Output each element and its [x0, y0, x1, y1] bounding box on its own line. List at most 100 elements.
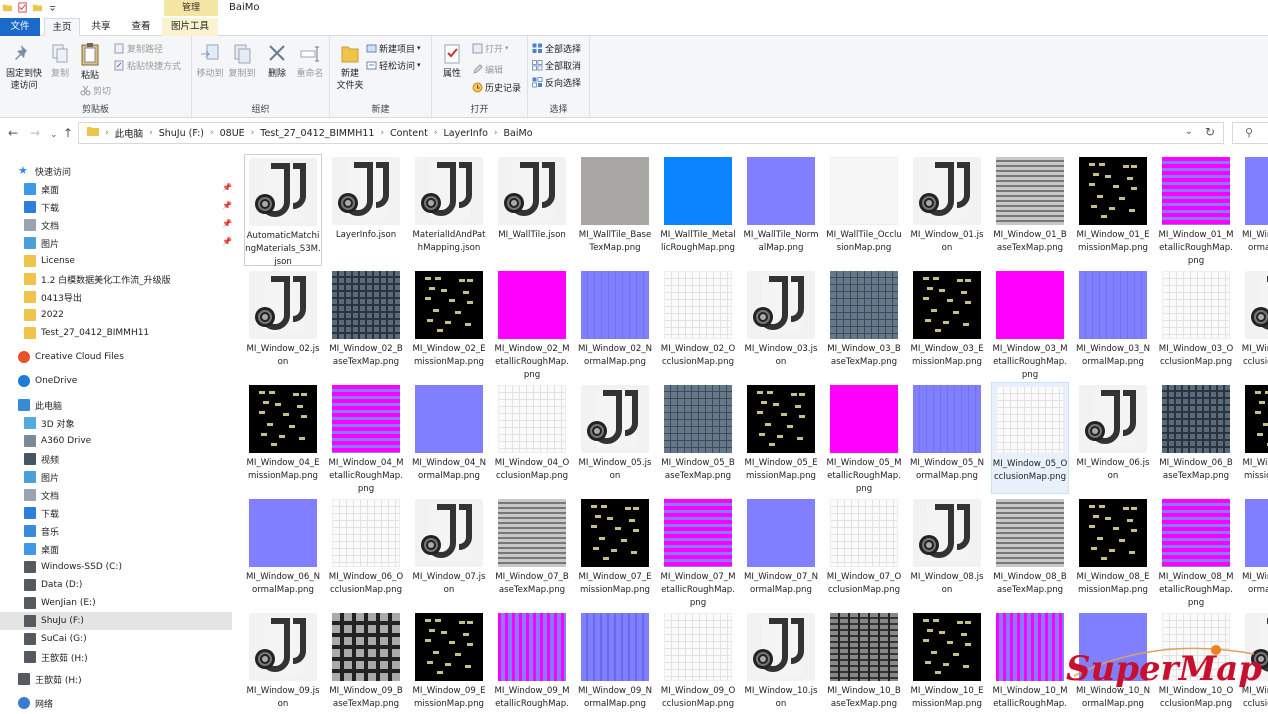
edit-button[interactable]: 编辑 [472, 61, 503, 77]
pin-icon[interactable]: 📌 [222, 183, 232, 192]
json-file-item[interactable]: MI_Window_06.json [1074, 382, 1152, 494]
sidebar-item[interactable]: 1.2 白模数据美化工作流_升级版 [0, 270, 232, 288]
breadcrumb-separator-icon[interactable]: › [380, 128, 384, 138]
json-file-item[interactable]: MI_Window_03_OcclusionMap.png [1240, 268, 1268, 380]
png-file-item[interactable]: MI_Window_02_MetallicRoughMap.png [493, 268, 571, 380]
forward-arrow-icon[interactable]: → [30, 126, 40, 140]
png-file-item[interactable]: MI_Window_08_BaseTexMap.png [991, 496, 1069, 608]
breadcrumb-item[interactable]: 此电脑 [115, 126, 144, 140]
sidebar-item[interactable]: ★ 快速访问 [0, 162, 232, 180]
move-to-button[interactable]: 移动到 [194, 40, 226, 96]
pin-quick-access-button[interactable]: 固定到快 速访问 [2, 40, 46, 96]
breadcrumb-separator-icon[interactable]: › [149, 128, 153, 138]
png-file-item[interactable]: MI_Window_05_OcclusionMap.png [991, 382, 1069, 494]
png-file-item[interactable]: MI_Window_05_EmissionMap.png [742, 382, 820, 494]
breadcrumb-separator-icon[interactable]: › [251, 128, 255, 138]
json-file-item[interactable]: AutomaticMatchingMaterials_S3M.json [244, 154, 322, 267]
png-file-item[interactable]: MI_Window_03_OcclusionMap.png [1157, 268, 1235, 380]
breadcrumb-separator-icon[interactable]: › [210, 128, 214, 138]
png-file-item[interactable]: MI_Window_10_NormalMap.png [1074, 610, 1152, 714]
pin-icon[interactable]: 📌 [222, 237, 232, 246]
png-file-item[interactable]: MI_Window_02_OcclusionMap.png [659, 268, 737, 380]
png-file-item[interactable]: MI_Window_06_NormalMap.png [244, 496, 322, 608]
png-file-item[interactable]: MI_Window_04_NormalMap.png [410, 382, 488, 494]
sidebar-item[interactable]: 桌面 [0, 540, 232, 558]
new-folder-button[interactable]: 新建 文件夹 [332, 40, 368, 96]
png-file-item[interactable]: MI_Window_09_NormalMap.png [576, 610, 654, 714]
breadcrumb-item[interactable]: ShuJu (F:) [159, 128, 204, 139]
properties-button[interactable]: 属性 [434, 40, 470, 96]
png-file-item[interactable]: MI_Window_01_NormalMap.png [1240, 154, 1268, 266]
breadcrumb-separator-icon[interactable]: › [434, 128, 438, 138]
json-file-item[interactable]: MI_Window_09.json [244, 610, 322, 714]
sidebar-item[interactable]: SuCai (G:) [0, 630, 232, 648]
address-dropdown-chevron-icon[interactable]: ⌄ [1185, 126, 1193, 137]
copy-to-button[interactable]: 复制到 [226, 40, 258, 96]
sidebar-item[interactable]: 音乐 [0, 522, 232, 540]
png-file-item[interactable]: MI_Window_07_OcclusionMap.png [825, 496, 903, 608]
png-file-item[interactable]: MI_Window_02_BaseTexMap.png [327, 268, 405, 380]
png-file-item[interactable]: MI_Window_01_EmissionMap.png [1074, 154, 1152, 266]
cut-button[interactable]: 剪切 [80, 82, 111, 98]
png-file-item[interactable]: MI_Window_06_EmissionMap.png [1240, 382, 1268, 494]
json-file-item[interactable]: MI_Window_10_OcclusionMap.png [1240, 610, 1268, 714]
png-file-item[interactable]: MI_Window_02_EmissionMap.png [410, 268, 488, 380]
breadcrumb-item[interactable]: BaiMo [504, 128, 533, 139]
back-arrow-icon[interactable]: ← [8, 126, 18, 140]
sidebar-item[interactable]: A360 Drive [0, 432, 232, 450]
sidebar-item[interactable]: Windows-SSD (C:) [0, 558, 232, 576]
tab-home[interactable]: 主页 [44, 18, 80, 37]
folder-icon[interactable] [2, 2, 13, 13]
sidebar-item[interactable]: 王歆茹 (H:) [0, 670, 232, 688]
tab-share[interactable]: 共享 [84, 18, 118, 36]
sidebar-item[interactable]: 3D 对象 [0, 414, 232, 432]
new-folder-icon[interactable] [32, 2, 43, 13]
json-file-item[interactable]: MI_Window_10.json [742, 610, 820, 714]
png-file-item[interactable]: MI_Window_05_BaseTexMap.png [659, 382, 737, 494]
sidebar-item[interactable]: 王歆茹 (H:) [0, 648, 232, 666]
breadcrumb-item[interactable]: 08UE [220, 128, 245, 139]
sidebar-item[interactable]: 桌面 [0, 180, 232, 198]
png-file-item[interactable]: MI_Window_08_MetallicRoughMap.png [1157, 496, 1235, 608]
png-file-item[interactable]: MI_Window_07_BaseTexMap.png [493, 496, 571, 608]
sidebar-item[interactable]: License [0, 252, 232, 270]
breadcrumb-item[interactable]: Test_27_0412_BIMMH11 [260, 128, 374, 139]
png-file-item[interactable]: MI_Window_10_BaseTexMap.png [825, 610, 903, 714]
address-bar[interactable]: › 此电脑 › ShuJu (F:) › 08UE › Test_27_0412_BIMMH1… [78, 122, 1224, 144]
png-file-item[interactable]: MI_Window_02_NormalMap.png [576, 268, 654, 380]
png-file-item[interactable]: MI_WallTile_NormalMap.png [742, 154, 820, 266]
sidebar-item[interactable]: 下载 [0, 198, 232, 216]
select-none-button[interactable]: 全部取消 [532, 57, 581, 73]
search-input[interactable]: ⚲ [1232, 122, 1268, 144]
up-arrow-icon[interactable]: ↑ [63, 126, 73, 140]
png-file-item[interactable]: MI_Window_08_NormalMap.png [1240, 496, 1268, 608]
breadcrumb-item[interactable]: LayerInfo [443, 128, 487, 139]
json-file-item[interactable]: MI_Window_07.json [410, 496, 488, 608]
sidebar-item[interactable]: 文档 [0, 216, 232, 234]
png-file-item[interactable]: MI_Window_01_BaseTexMap.png [991, 154, 1069, 266]
sidebar-item[interactable]: 图片 [0, 234, 232, 252]
json-file-item[interactable]: MI_Window_03.json [742, 268, 820, 380]
png-file-item[interactable]: MI_Window_04_MetallicRoughMap.png [327, 382, 405, 494]
breadcrumb-item[interactable]: Content [390, 128, 428, 139]
pin-icon[interactable]: 📌 [222, 201, 232, 210]
png-file-item[interactable]: MI_WallTile_OcclusionMap.png [825, 154, 903, 266]
png-file-item[interactable]: MI_Window_07_MetallicRoughMap.png [659, 496, 737, 608]
copy-button[interactable]: 复制 [44, 40, 76, 96]
sidebar-item[interactable]: 网络 [0, 694, 232, 712]
rename-button[interactable]: 重命名 [292, 40, 328, 96]
png-file-item[interactable]: MI_Window_05_NormalMap.png [908, 382, 986, 494]
refresh-icon[interactable]: ↻ [1205, 125, 1215, 139]
png-file-item[interactable]: MI_Window_07_EmissionMap.png [576, 496, 654, 608]
breadcrumb-separator-icon[interactable]: › [105, 128, 109, 138]
png-file-item[interactable]: MI_Window_10_EmissionMap.png [908, 610, 986, 714]
png-file-item[interactable]: MI_Window_04_OcclusionMap.png [493, 382, 571, 494]
sidebar-item[interactable]: 0413导出 [0, 288, 232, 306]
history-button[interactable]: 历史记录 [472, 79, 521, 95]
png-file-item[interactable]: MI_Window_09_BaseTexMap.png [327, 610, 405, 714]
png-file-item[interactable]: MI_Window_06_OcclusionMap.png [327, 496, 405, 608]
png-file-item[interactable]: MI_WallTile_MetallicRoughMap.png [659, 154, 737, 266]
sidebar-item[interactable]: Test_27_0412_BIMMH11 [0, 324, 232, 342]
json-file-item[interactable]: MI_Window_05.json [576, 382, 654, 494]
png-file-item[interactable]: MI_Window_10_OcclusionMap.png [1157, 610, 1235, 714]
